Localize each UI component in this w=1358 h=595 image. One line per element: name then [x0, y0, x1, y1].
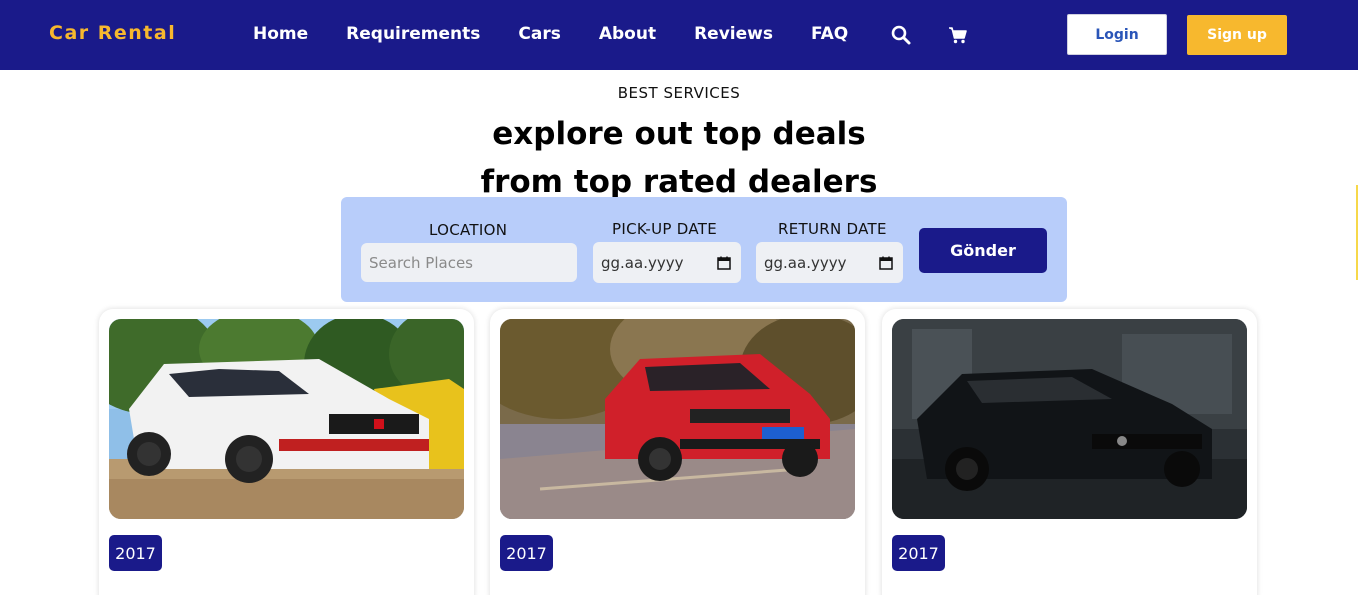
car-photo-red-hatchback [500, 319, 855, 519]
page-title: explore out top deals from top rated dea… [0, 110, 1358, 206]
cart-icon[interactable] [947, 24, 969, 46]
pickup-date-value: gg.aa.yyyy [601, 253, 684, 272]
headline-line-1: explore out top deals [492, 116, 866, 152]
nav-reviews[interactable]: Reviews [694, 24, 773, 44]
location-input[interactable]: Search Places [361, 243, 577, 282]
calendar-icon[interactable] [717, 256, 731, 270]
car-card[interactable]: 2017 [490, 309, 865, 595]
nav-cars[interactable]: Cars [518, 24, 560, 44]
car-card[interactable]: 2017 [882, 309, 1257, 595]
year-badge: 2017 [109, 535, 162, 571]
car-photo-black-hatchback [892, 319, 1247, 519]
section-eyebrow: BEST SERVICES [617, 84, 741, 102]
top-navbar: Car Rental Home Requirements Cars About … [0, 0, 1358, 70]
submit-button[interactable]: Gönder [919, 228, 1047, 273]
nav-home[interactable]: Home [253, 24, 308, 44]
return-date-label: RETURN DATE [778, 220, 887, 238]
location-label: LOCATION [429, 221, 508, 239]
car-photo-white-hatchback [109, 319, 464, 519]
nav-about[interactable]: About [599, 24, 656, 44]
calendar-icon[interactable] [879, 256, 893, 270]
nav-requirements[interactable]: Requirements [346, 24, 480, 44]
year-badge: 2017 [500, 535, 553, 571]
brand-logo[interactable]: Car Rental [49, 22, 176, 44]
pickup-date-input[interactable]: gg.aa.yyyy [593, 242, 741, 283]
return-date-input[interactable]: gg.aa.yyyy [756, 242, 903, 283]
pickup-date-label: PICK-UP DATE [612, 220, 718, 238]
main-nav: Home Requirements Cars About Reviews FAQ [253, 24, 886, 44]
search-icon[interactable] [890, 24, 912, 46]
booking-search-form: LOCATION Search Places PICK-UP DATE gg.a… [341, 197, 1067, 302]
nav-faq[interactable]: FAQ [811, 24, 848, 44]
car-card[interactable]: 2017 [99, 309, 474, 595]
return-date-value: gg.aa.yyyy [764, 253, 847, 272]
login-button[interactable]: Login [1067, 14, 1167, 55]
signup-button[interactable]: Sign up [1187, 15, 1287, 55]
year-badge: 2017 [892, 535, 945, 571]
